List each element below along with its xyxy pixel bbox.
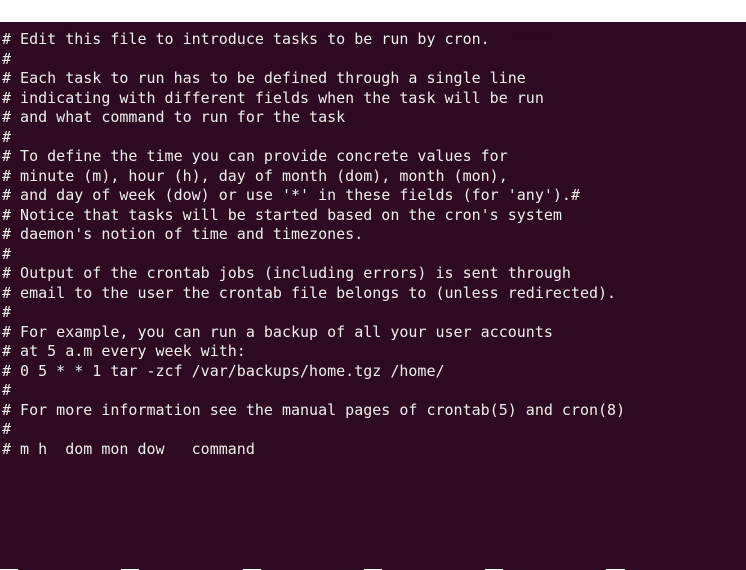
editor-line: # For example, you can run a backup of a… [2,322,553,341]
editor-line: # Edit this file to introduce tasks to b… [2,30,490,48]
editor-line: # Each task to run has to be defined thr… [2,69,526,87]
editor-line: # [2,127,12,146]
editor-line: # Notice that tasks will be started base… [2,205,562,224]
editor-text-area[interactable]: # Edit this file to introduce tasks to b… [0,30,746,510]
editor-line: # minute (m), hour (h), day of month (do… [2,166,508,185]
editor-line: # and what command to run for the task [2,108,346,126]
editor-line: # and day of week (dow) or use '*' in th… [2,186,580,204]
editor-line: # [2,49,12,68]
editor-line: # daemon's notion of time and timezones. [2,225,364,243]
editor-line: # email to the user the crontab file bel… [2,283,617,302]
editor-line: # To define the time you can provide con… [2,147,508,165]
editor-line: # Output of the crontab jobs (including … [2,264,571,282]
nano-terminal-window: GNU nano 2.2.6 File: /tmp/crontab.ucpca2… [0,0,746,570]
editor-line: # m h dom mon dow command [2,439,255,458]
shortcut-bar: ^G Get Help^O WriteOut^R Read File^Y Pre… [0,530,746,570]
editor-line: # indicating with different fields when … [2,88,544,107]
editor-line: # at 5 a.m every week with: [2,342,246,360]
editor-line: # [2,420,12,438]
editor-line: # 0 5 * * 1 tar -zcf /var/backups/home.t… [2,361,445,380]
editor-line: # For more information see the manual pa… [2,400,626,419]
editor-line: # [2,244,12,263]
editor-line: # [2,303,12,321]
titlebar: GNU nano 2.2.6 File: /tmp/crontab.ucpca2… [0,0,746,42]
editor-line: # [2,381,12,399]
